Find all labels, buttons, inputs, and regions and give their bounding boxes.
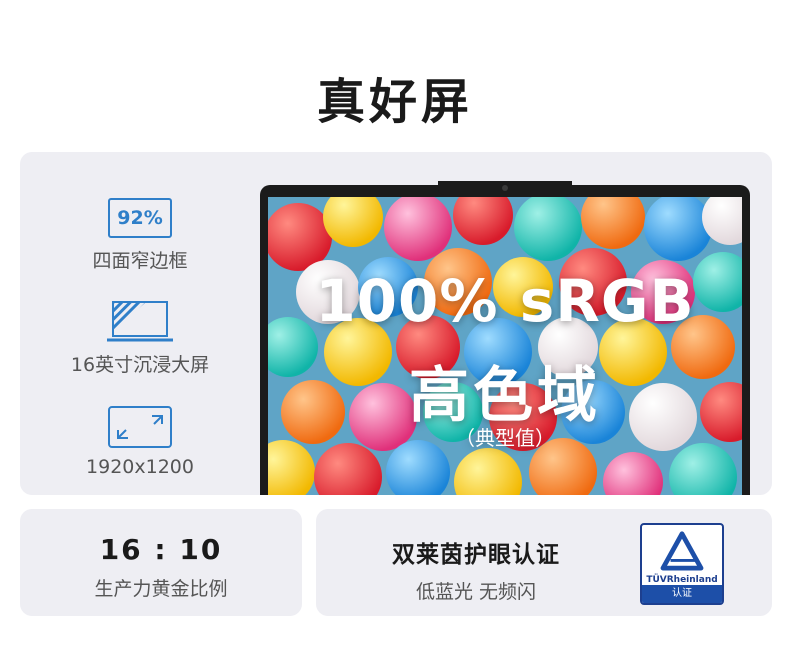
feature-bezel: 92% 四面窄边框 xyxy=(20,198,260,273)
tuv-name: TÜVRheinland xyxy=(646,575,718,585)
bezel-percent-icon: 92% xyxy=(108,198,172,238)
page-title: 真好屏 xyxy=(316,74,473,130)
laptop-screen: 100% sRGB 高色域 （典型值） xyxy=(268,197,742,495)
eye-care-title: 双莱茵护眼认证 xyxy=(392,542,560,568)
aspect-ratio-label: 生产力黄金比例 xyxy=(94,578,228,600)
eye-care-text: 双莱茵护眼认证 低蓝光 无频闪 xyxy=(316,509,636,604)
eye-care-card: 双莱茵护眼认证 低蓝光 无频闪 TÜVRheinland 认证 xyxy=(316,509,772,616)
display-feature-panel: 92% 四面窄边框 16英寸沉浸大屏 1920x1200 100% sRGB 高… xyxy=(20,152,772,495)
tuv-triangle-icon xyxy=(660,531,704,571)
laptop-display: 100% sRGB 高色域 （典型值） xyxy=(260,181,750,495)
aspect-ratio-card: 16 : 10 生产力黄金比例 xyxy=(20,509,302,616)
eye-care-subtitle: 低蓝光 无频闪 xyxy=(415,581,537,603)
aspect-ratio-value: 16 : 10 xyxy=(99,533,223,566)
webcam-notch xyxy=(438,181,572,195)
bezel-percent-text: 92% xyxy=(117,207,163,229)
feature-resolution-label: 1920x1200 xyxy=(86,456,194,478)
feature-screen-size: 16英寸沉浸大屏 xyxy=(20,300,260,377)
color-gamut-headline: 高色域 xyxy=(409,361,601,431)
tuv-certified-label: 认证 xyxy=(642,585,722,603)
resolution-expand-icon xyxy=(108,406,172,448)
feature-resolution: 1920x1200 xyxy=(20,406,260,478)
tuv-rheinland-badge: TÜVRheinland 认证 xyxy=(640,523,724,605)
srgb-headline: 100% sRGB xyxy=(315,267,695,335)
typical-value-note: （典型值） xyxy=(455,426,555,450)
feature-bezel-label: 四面窄边框 xyxy=(92,250,188,272)
camera-icon xyxy=(502,185,508,191)
laptop-screen-icon xyxy=(107,301,173,342)
feature-screen-size-label: 16英寸沉浸大屏 xyxy=(70,354,210,376)
